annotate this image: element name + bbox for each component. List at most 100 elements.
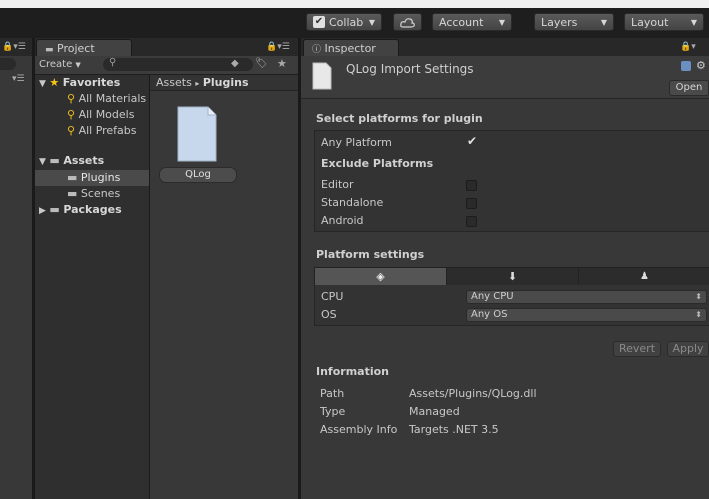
favorite-label: All Prefabs [78,124,137,137]
search-icon: ⚲ [67,108,76,121]
dropdown-arrow-icon: ▼ [600,18,607,27]
account-dropdown[interactable]: Account ▼ [432,13,512,31]
collab-button[interactable]: ✔ Collab ▼ [306,13,382,31]
cpu-dropdown[interactable]: Any CPU ⬍ [466,290,707,304]
favorite-all-models[interactable]: ⚲ All Models [67,107,134,123]
dll-file-asset[interactable] [176,105,218,163]
tab-standalone-platform[interactable]: ⬇ [447,268,578,285]
search-icon: ⚲ [109,57,117,68]
assets-node[interactable]: ▼ ▬ Assets [39,153,104,169]
plugins-label: Plugins [80,171,121,184]
dropdown-arrow-icon: ▼ [690,18,697,27]
cpu-label: CPU [321,290,344,303]
folder-icon: ▬ [49,203,60,216]
dropdown-arrow-icon: ▼ [498,18,505,27]
file-icon [312,62,332,90]
breadcrumb-root[interactable]: Assets [156,76,192,89]
standalone-checkbox[interactable] [466,198,477,209]
inspector-lock-icon[interactable]: 🔒▾ [680,42,696,52]
lock-icon[interactable]: 🔒▾☰ [2,42,26,52]
check-icon: ✔ [313,16,325,28]
account-label: Account [439,16,484,29]
folder-icon: ▬ [49,154,60,167]
packages-node[interactable]: ▶ ▬ Packages [39,202,122,218]
breadcrumb-current[interactable]: Plugins [203,76,249,89]
collapse-arrow-icon: ▶ [39,206,46,216]
hierarchy-search-field[interactable] [0,58,16,70]
open-button[interactable]: Open [669,80,709,96]
project-tree: ▼ ★ Favorites ⚲ All Materials ⚲ All Mode… [35,75,149,499]
scenes-folder[interactable]: ▬ Scenes [67,186,120,202]
search-icon: ⚲ [67,124,76,137]
unity-icon: ◈ [376,270,385,283]
android-label: Android [321,214,364,227]
search-by-type-icon[interactable]: ◆ [231,58,239,69]
expand-arrow-icon: ▼ [39,79,46,89]
favorite-label: All Materials [78,92,147,105]
any-platform-checkbox[interactable]: ✔ [467,134,477,148]
layout-dropdown[interactable]: Layout ▼ [624,13,704,31]
download-icon: ⬇ [507,270,518,283]
os-dropdown[interactable]: Any OS ⬍ [466,308,707,322]
tab-project[interactable]: ▬ Project [36,39,132,57]
gear-icon[interactable]: ⚙ [696,59,706,72]
info-key-path: Path [320,387,345,400]
os-value: Any OS [471,309,508,320]
select-platforms-header: Select platforms for plugin [316,112,483,125]
asset-name-label[interactable]: QLog [159,167,237,183]
favorite-all-prefabs[interactable]: ⚲ All Prefabs [67,123,137,139]
any-platform-label: Any Platform [321,136,392,149]
asset-grid: Assets ▸ Plugins QLog [150,75,298,499]
revert-button[interactable]: Revert [613,341,661,357]
assets-label: Assets [63,154,105,167]
create-button[interactable]: Create ▼ [39,58,93,72]
platform-settings-header: Platform settings [316,248,425,261]
layers-dropdown[interactable]: Layers ▼ [534,13,614,31]
info-value-path: Assets/Plugins/QLog.dll [409,387,537,400]
platform-tab-bar: ◈ ⬇ ♟ [314,267,709,286]
hierarchy-panel: ▾☰ [0,56,32,499]
breadcrumb-separator-icon: ▸ [195,79,200,88]
layers-label: Layers [541,16,578,29]
star-icon: ★ [49,76,60,89]
collab-label: Collab [329,16,364,29]
folder-icon: ▬ [67,171,78,184]
info-value-type: Managed [409,405,460,418]
project-tab-label: Project [57,42,95,55]
hierarchy-menu-icon[interactable]: ▾☰ [12,74,25,84]
updown-arrow-icon: ⬍ [695,292,702,301]
project-lock-icon[interactable]: 🔒▾☰ [266,42,290,52]
tab-default-platform[interactable]: ◈ [315,268,446,285]
platform-settings-box: CPU Any CPU ⬍ OS Any OS ⬍ [314,285,709,326]
exclude-platforms-header: Exclude Platforms [321,157,434,170]
favorites-node[interactable]: ▼ ★ Favorites [39,75,120,91]
platform-box: Any Platform ✔ Exclude Platforms Editor … [314,130,709,232]
android-checkbox[interactable] [466,216,477,227]
cloud-icon [400,18,415,28]
tab-inspector[interactable]: ⓘ Inspector [303,39,399,57]
cloud-button[interactable] [393,13,422,31]
folder-icon: ▬ [45,45,54,55]
create-label: Create [39,59,73,70]
tab-android-platform[interactable]: ♟ [579,268,709,285]
project-toolbar: Create ▼ ⚲ ◆ 🏷 ★ [35,56,298,75]
favorites-label: Favorites [62,76,121,89]
folder-icon: ▬ [67,187,78,200]
editor-checkbox[interactable] [466,180,477,191]
dropdown-arrow-icon: ▼ [368,18,375,27]
plugins-folder[interactable]: ▬ Plugins [67,170,120,186]
search-icon: ⚲ [67,92,76,105]
os-label: OS [321,308,337,321]
breadcrumb: Assets ▸ Plugins [150,75,298,91]
info-icon: ⓘ [312,45,322,55]
apply-button[interactable]: Apply [667,341,709,357]
scenes-label: Scenes [80,187,121,200]
favorite-star-icon[interactable]: ★ [277,57,287,70]
standalone-label: Standalone [321,196,384,209]
info-value-assembly: Targets .NET 3.5 [409,423,499,436]
updown-arrow-icon: ⬍ [695,310,702,319]
cpu-value: Any CPU [471,291,514,302]
search-by-label-icon[interactable]: 🏷 [255,58,268,69]
help-icon[interactable] [681,61,691,71]
favorite-all-materials[interactable]: ⚲ All Materials [67,91,146,107]
